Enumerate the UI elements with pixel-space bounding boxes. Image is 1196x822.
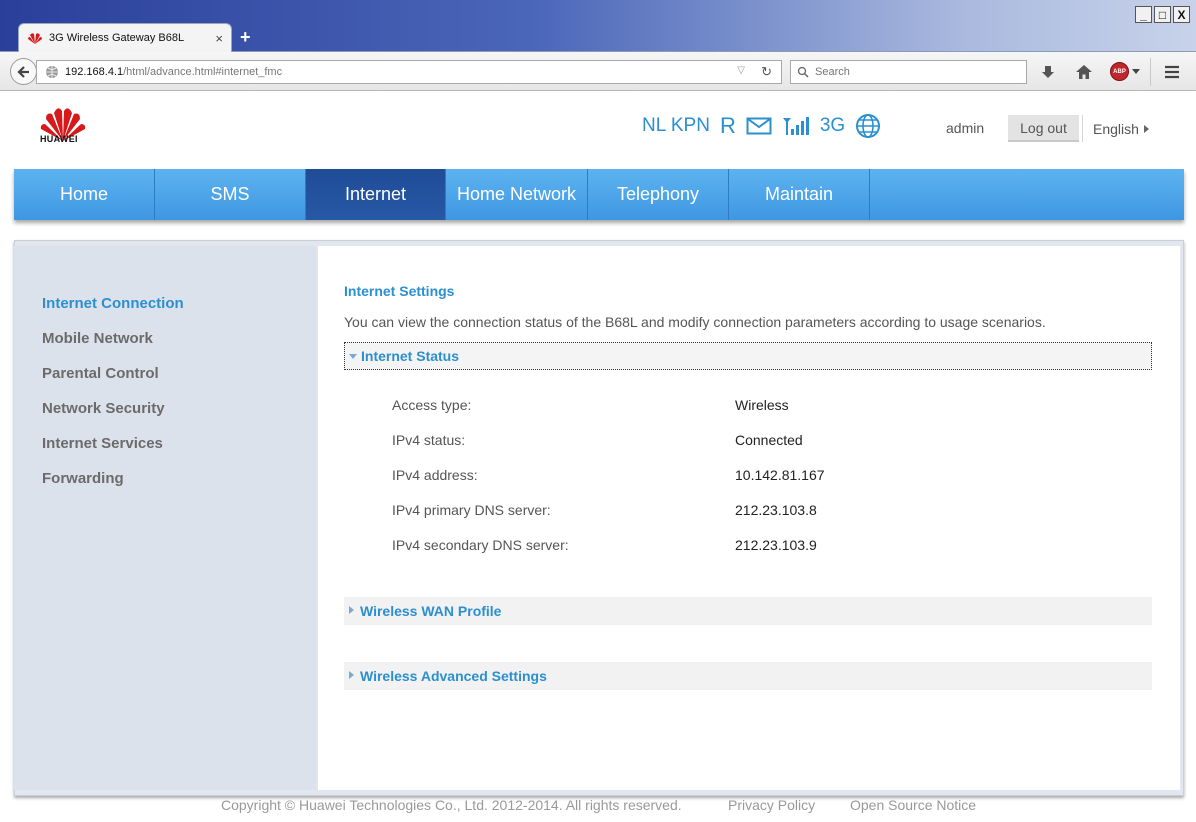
open-source-notice-link[interactable]: Open Source Notice	[850, 797, 976, 813]
wireless-wan-profile-title: Wireless WAN Profile	[360, 603, 502, 619]
menu-item-internet[interactable]: Internet	[306, 169, 446, 220]
search-box[interactable]	[790, 60, 1027, 84]
language-selector[interactable]: English	[1093, 121, 1149, 137]
minimize-button[interactable]: _	[1135, 6, 1152, 23]
logo-text: HUAWEI	[40, 134, 78, 144]
access-type-label: Access type:	[392, 397, 472, 413]
menu-item-maintain[interactable]: Maintain	[729, 169, 870, 220]
browser-nav-bar: 192.168.4.1/html/advance.html#internet_f…	[0, 52, 1196, 91]
status-indicators: NL KPN R 3G	[642, 113, 881, 139]
ipv4-address-value: 10.142.81.167	[735, 467, 825, 483]
new-tab-button[interactable]: +	[240, 27, 251, 48]
history-dropdown-icon[interactable]: ▽	[737, 65, 745, 76]
sms-envelope-icon[interactable]	[746, 117, 772, 135]
url-path: /html/advance.html#internet_fmc	[123, 66, 283, 78]
home-icon[interactable]	[1074, 62, 1094, 82]
back-button[interactable]	[10, 58, 37, 85]
menu-item-home[interactable]: Home	[14, 169, 155, 220]
browser-title-bar: _ □ X 3G Wireless Gateway B68L × +	[0, 0, 1196, 52]
tab-title: 3G Wireless Gateway B68L	[49, 32, 185, 44]
internet-status-header[interactable]: Internet Status	[344, 342, 1152, 370]
main-menu: Home SMS Internet Home Network Telephony…	[14, 169, 1184, 220]
router-header: HUAWEI NL KPN R 3G admin Log out English	[0, 91, 1196, 169]
chevron-right-icon	[349, 606, 354, 614]
site-globe-icon	[46, 66, 58, 78]
menu-item-home-network[interactable]: Home Network	[446, 169, 588, 220]
secondary-dns-value: 212.23.103.9	[735, 537, 817, 553]
sidebar-item-network-security[interactable]: Network Security	[42, 400, 165, 417]
ipv4-status-label: IPv4 status:	[392, 432, 466, 448]
chevron-down-icon	[349, 354, 357, 359]
network-type: 3G	[819, 115, 846, 136]
access-type-value: Wireless	[735, 397, 789, 413]
menu-icon[interactable]	[1162, 62, 1182, 82]
footer: Copyright © Huawei Technologies Co., Ltd…	[0, 797, 1196, 822]
url-host: 192.168.4.1	[65, 66, 124, 78]
download-icon[interactable]	[1038, 62, 1058, 82]
chevron-right-icon	[1143, 125, 1149, 133]
adblock-icon[interactable]: ABP	[1110, 62, 1129, 81]
maximize-button[interactable]: □	[1154, 6, 1171, 23]
copyright-text: Copyright © Huawei Technologies Co., Ltd…	[221, 797, 682, 813]
internet-globe-icon	[856, 114, 881, 138]
page-description: You can view the connection status of th…	[344, 314, 1046, 330]
sidebar-item-parental-control[interactable]: Parental Control	[42, 365, 159, 382]
menu-item-sms[interactable]: SMS	[155, 169, 306, 220]
logout-button[interactable]: Log out	[1008, 115, 1079, 142]
privacy-policy-link[interactable]: Privacy Policy	[728, 797, 815, 813]
sidebar-item-internet-connection[interactable]: Internet Connection	[42, 295, 184, 312]
roaming-indicator: R	[719, 113, 736, 138]
window-controls: _ □ X	[1135, 6, 1190, 23]
sidebar-item-mobile-network[interactable]: Mobile Network	[42, 330, 153, 347]
primary-dns-label: IPv4 primary DNS server:	[392, 502, 551, 518]
ipv4-address-label: IPv4 address:	[392, 467, 478, 483]
menu-item-telephony[interactable]: Telephony	[588, 169, 729, 220]
tab-close-icon[interactable]: ×	[215, 31, 223, 46]
wireless-advanced-settings-title: Wireless Advanced Settings	[360, 668, 547, 684]
browser-tab[interactable]: 3G Wireless Gateway B68L ×	[18, 23, 232, 52]
adblock-dropdown-icon[interactable]	[1132, 69, 1140, 74]
close-window-button[interactable]: X	[1173, 6, 1190, 23]
ipv4-status-value: Connected	[735, 432, 803, 448]
chevron-right-icon	[349, 671, 354, 679]
search-icon	[797, 66, 809, 78]
sidebar-item-forwarding[interactable]: Forwarding	[42, 470, 124, 487]
search-input[interactable]	[815, 66, 1015, 78]
primary-dns-value: 212.23.103.8	[735, 502, 817, 518]
signal-strength-icon	[782, 117, 809, 135]
back-arrow-icon	[16, 65, 29, 78]
secondary-dns-label: IPv4 secondary DNS server:	[392, 537, 569, 553]
wireless-advanced-settings-header[interactable]: Wireless Advanced Settings	[344, 662, 1152, 690]
username: admin	[946, 120, 985, 136]
reload-icon[interactable]: ↻	[761, 64, 772, 80]
language-label: English	[1093, 121, 1139, 137]
carrier-name: NL KPN	[642, 115, 710, 136]
sidebar: Internet Connection Mobile Network Paren…	[14, 246, 316, 790]
page-title: Internet Settings	[344, 283, 455, 299]
settings-panel: Internet Settings You can view the conne…	[318, 246, 1180, 790]
sidebar-item-internet-services[interactable]: Internet Services	[42, 435, 163, 452]
wireless-wan-profile-header[interactable]: Wireless WAN Profile	[344, 597, 1152, 625]
huawei-favicon-icon	[28, 33, 42, 44]
address-bar[interactable]: 192.168.4.1/html/advance.html#internet_f…	[36, 60, 782, 84]
internet-status-title: Internet Status	[361, 348, 460, 364]
